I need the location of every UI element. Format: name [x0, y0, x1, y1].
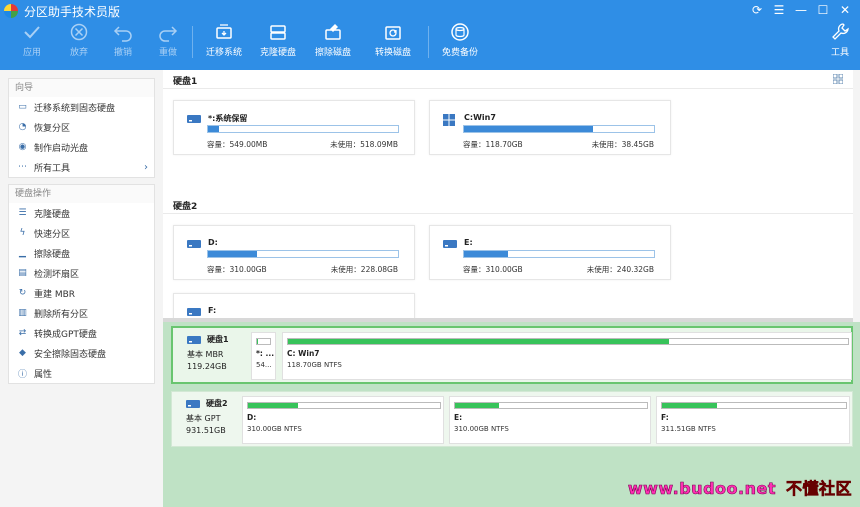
- map-partition[interactable]: D: 310.00GB NTFS: [242, 396, 444, 444]
- sidebar-item-wipe-disk[interactable]: ▁ 擦除硬盘: [9, 243, 154, 263]
- usage-bar: [207, 125, 399, 133]
- window-title: 分区助手技术员版: [4, 3, 120, 19]
- free-backup-button[interactable]: 免费备份: [432, 22, 488, 66]
- sidebar-item-properties[interactable]: ⓘ 属性: [9, 363, 154, 383]
- minimize-icon[interactable]: —: [794, 3, 808, 17]
- migrate-os-button[interactable]: 迁移系统: [196, 22, 252, 66]
- app-title: 分区助手技术员版: [24, 4, 121, 19]
- app-logo-icon: [4, 4, 18, 18]
- sidebar-item-clone-disk[interactable]: ☰ 克隆硬盘: [9, 203, 154, 223]
- delete-partitions-icon: ▥: [18, 308, 27, 318]
- clone-disk-icon: [270, 25, 286, 40]
- partition-view: 硬盘1 *:系统保留 容量：549.00MB 未使用：518.09MB C:Wi…: [163, 70, 853, 318]
- rebuild-mbr-icon: ↻: [18, 288, 27, 298]
- disk2-map-row[interactable]: 硬盘2 基本 GPT 931.51GB D: 310.00GB NTFS E: …: [171, 391, 853, 447]
- clone-disk-button[interactable]: 克隆硬盘: [250, 22, 306, 66]
- convert-icon: [385, 26, 401, 40]
- menu-icon[interactable]: ☰: [772, 3, 786, 17]
- convert-gpt-icon: ⇄: [18, 328, 27, 338]
- window-controls: ⟳ ☰ — ☐ ✕: [750, 3, 852, 17]
- quick-partition-icon: ϟ: [19, 228, 26, 238]
- redo-icon: [159, 26, 178, 42]
- undo-icon: [113, 26, 132, 42]
- map-partition[interactable]: F: 311.51GB NTFS: [656, 396, 850, 444]
- usage-bar: [463, 250, 655, 258]
- drive-icon: [443, 240, 457, 248]
- sidebar-item-restore-partition[interactable]: ◔ 恢复分区: [9, 117, 154, 137]
- sidebar: 向导 ▭ 迁移系统到固态硬盘 ◔ 恢复分区 ◉ 制作启动光盘 ⋯ 所有工具 › …: [8, 78, 155, 390]
- toolbar-divider: [192, 26, 193, 58]
- migrate-disk-icon: [216, 24, 232, 39]
- backup-icon: [451, 23, 469, 41]
- convert-disk-button[interactable]: 转换磁盘: [365, 22, 421, 66]
- disk1-info: 硬盘1 基本 MBR 119.24GB: [187, 335, 229, 371]
- maximize-icon[interactable]: ☐: [816, 3, 830, 17]
- secure-erase-icon: ◆: [19, 348, 26, 358]
- map-partition[interactable]: C: Win7 118.70GB NTFS: [282, 332, 852, 380]
- partition-card[interactable]: E: 容量：310.00GB 未使用：240.32GB: [429, 225, 671, 280]
- drive-icon: [187, 240, 201, 248]
- sidebar-item-delete-partitions[interactable]: ▥ 删除所有分区: [9, 303, 154, 323]
- usage-bar: [463, 125, 655, 133]
- wizard-title: 向导: [9, 79, 154, 97]
- disk2-info: 硬盘2 基本 GPT 931.51GB: [186, 399, 228, 435]
- usage-bar: [207, 250, 399, 258]
- clone-disk-icon: ☰: [18, 208, 27, 218]
- eraser-icon: [325, 24, 341, 40]
- close-icon[interactable]: ✕: [838, 3, 852, 17]
- wipe-disk-icon: ▁: [19, 248, 26, 258]
- discard-icon: [70, 23, 88, 41]
- partition-card[interactable]: *:系统保留 容量：549.00MB 未使用：518.09MB: [173, 100, 415, 155]
- toolbar: 应用 放弃 撤销 重做 迁移系统 克隆硬盘 擦除磁盘 转换磁盘 免费备份 工具: [0, 22, 860, 68]
- windows-icon: [443, 114, 455, 126]
- disk1-header: 硬盘1: [173, 77, 198, 87]
- disk-icon: [187, 335, 201, 344]
- boot-disc-icon: ◉: [18, 142, 27, 152]
- wipe-disk-button[interactable]: 擦除磁盘: [305, 22, 361, 66]
- chevron-right-icon: ›: [144, 161, 148, 173]
- map-partition[interactable]: E: 310.00GB NTFS: [449, 396, 651, 444]
- sidebar-item-secure-erase[interactable]: ◆ 安全擦除固态硬盘: [9, 343, 154, 363]
- sidebar-item-rebuild-mbr[interactable]: ↻ 重建 MBR: [9, 283, 154, 303]
- disk2-header: 硬盘2: [173, 202, 198, 212]
- drive-icon: [187, 115, 201, 123]
- info-icon: ⓘ: [17, 369, 27, 380]
- sidebar-item-migrate-ssd[interactable]: ▭ 迁移系统到固态硬盘: [9, 97, 154, 117]
- partition-card[interactable]: D: 容量：310.00GB 未使用：228.08GB: [173, 225, 415, 280]
- divider: [163, 88, 853, 89]
- disk-ops-title: 硬盘操作: [9, 185, 154, 203]
- sidebar-item-bad-sector[interactable]: ▤ 检测坏扇区: [9, 263, 154, 283]
- sidebar-item-quick-partition[interactable]: ϟ 快速分区: [9, 223, 154, 243]
- sidebar-item-all-tools[interactable]: ⋯ 所有工具 ›: [9, 157, 154, 177]
- drive-icon: [187, 308, 201, 316]
- more-icon: ⋯: [18, 162, 27, 172]
- check-icon: [24, 26, 40, 39]
- sidebar-item-convert-gpt[interactable]: ⇄ 转换成GPT硬盘: [9, 323, 154, 343]
- toolbar-divider: [428, 26, 429, 58]
- grid-view-icon[interactable]: [833, 74, 843, 84]
- partition-card[interactable]: C:Win7 容量：118.70GB 未使用：38.45GB: [429, 100, 671, 155]
- restore-partition-icon: ◔: [18, 122, 27, 132]
- map-partition[interactable]: *: ... 54...: [251, 332, 276, 380]
- disk-icon: [186, 399, 200, 408]
- sidebar-item-boot-disc[interactable]: ◉ 制作启动光盘: [9, 137, 154, 157]
- redo-button[interactable]: 重做: [140, 22, 196, 66]
- disk-ops-panel: 硬盘操作 ☰ 克隆硬盘 ϟ 快速分区 ▁ 擦除硬盘 ▤ 检测坏扇区 ↻ 重建 M…: [8, 184, 155, 384]
- migrate-ssd-icon: ▭: [18, 102, 27, 112]
- wrench-icon: [832, 23, 849, 40]
- refresh-icon[interactable]: ⟳: [750, 3, 764, 17]
- bad-sector-icon: ▤: [18, 268, 27, 278]
- wizard-panel: 向导 ▭ 迁移系统到固态硬盘 ◔ 恢复分区 ◉ 制作启动光盘 ⋯ 所有工具 ›: [8, 78, 155, 178]
- partition-card[interactable]: F:: [173, 293, 415, 318]
- disk1-map-row[interactable]: 硬盘1 基本 MBR 119.24GB *: ... 54... C: Win7…: [171, 326, 853, 384]
- divider: [163, 213, 853, 214]
- tools-button[interactable]: 工具: [812, 22, 860, 66]
- watermark: www.budoo.net 不懂社区: [627, 479, 852, 499]
- title-toolbar-area: 分区助手技术员版 ⟳ ☰ — ☐ ✕ 应用 放弃 撤销 重做 迁移系统 克隆硬盘…: [0, 0, 860, 70]
